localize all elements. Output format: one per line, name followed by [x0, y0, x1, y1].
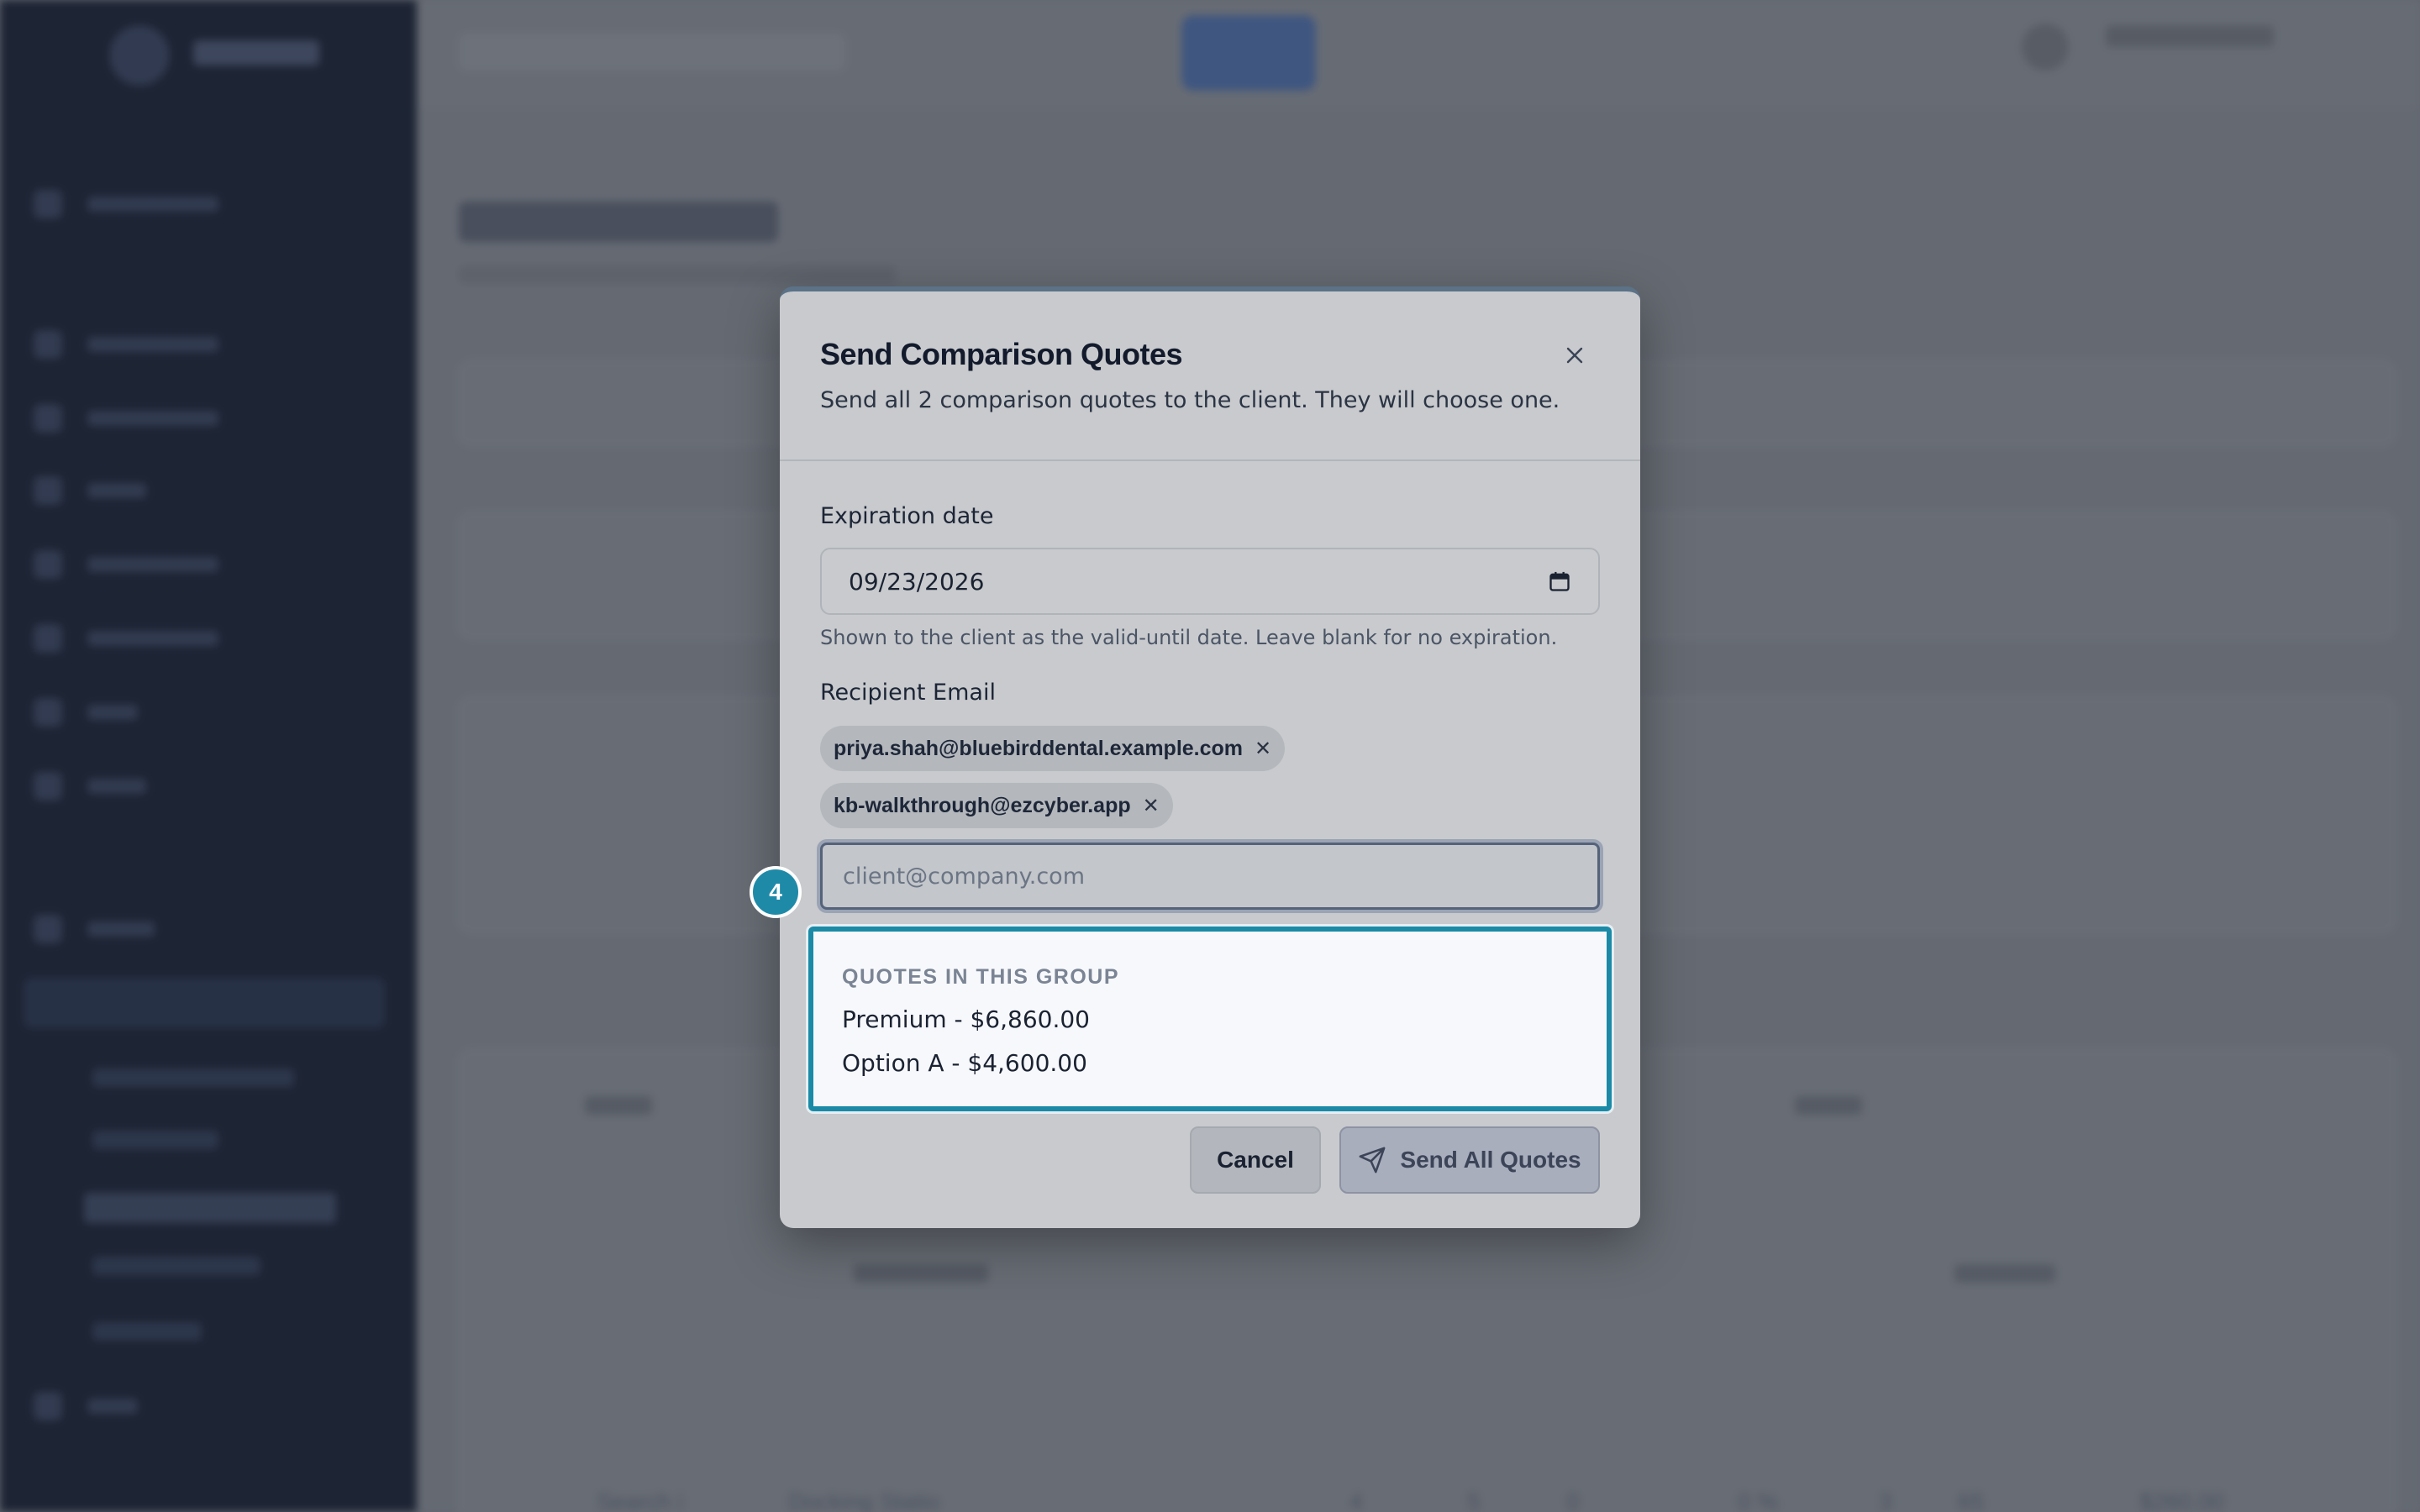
- close-icon: [1566, 347, 1583, 364]
- modal-title: Send Comparison Quotes: [820, 337, 1183, 371]
- close-button[interactable]: [1558, 339, 1591, 372]
- dropdown-option[interactable]: Premium - $6,860.00: [842, 1005, 1090, 1033]
- expiration-date-value: 09/23/2026: [849, 567, 985, 596]
- quotes-dropdown: QUOTES IN THIS GROUP Premium - $6,860.00…: [808, 927, 1612, 1111]
- recipient-chip: priya.shah@bluebirddental.example.com ✕: [820, 726, 1286, 771]
- calendar-icon[interactable]: [1548, 570, 1571, 593]
- modal-description: Send all 2 comparison quotes to the clie…: [820, 387, 1560, 413]
- recipient-label: Recipient Email: [820, 680, 996, 706]
- recipient-chip-label: priya.shah@bluebirddental.example.com: [834, 736, 1244, 760]
- cancel-button[interactable]: Cancel: [1190, 1126, 1321, 1194]
- remove-recipient-icon[interactable]: ✕: [1143, 794, 1160, 818]
- cancel-button-label: Cancel: [1217, 1147, 1294, 1173]
- email-placeholder: client@company.com: [843, 863, 1085, 890]
- send-button-label: Send All Quotes: [1400, 1147, 1581, 1173]
- expiration-date-input[interactable]: 09/23/2026: [820, 548, 1600, 615]
- step-badge: 4: [750, 866, 802, 918]
- send-quotes-modal: Send Comparison Quotes Send all 2 compar…: [750, 286, 1640, 1228]
- divider: [780, 459, 1640, 461]
- recipient-email-input[interactable]: client@company.com: [820, 843, 1600, 910]
- recipient-chip: kb-walkthrough@ezcyber.app ✕: [820, 783, 1173, 828]
- dropdown-option[interactable]: Option A - $4,600.00: [842, 1049, 1087, 1077]
- expiration-label: Expiration date: [820, 503, 994, 529]
- send-all-quotes-button[interactable]: Send All Quotes: [1339, 1126, 1600, 1194]
- remove-recipient-icon[interactable]: ✕: [1255, 737, 1271, 761]
- expiration-helper-text: Shown to the client as the valid-until d…: [820, 626, 1558, 649]
- send-icon: [1359, 1147, 1386, 1173]
- recipient-chip-label: kb-walkthrough@ezcyber.app: [834, 793, 1131, 817]
- dropdown-header: QUOTES IN THIS GROUP: [842, 965, 1120, 989]
